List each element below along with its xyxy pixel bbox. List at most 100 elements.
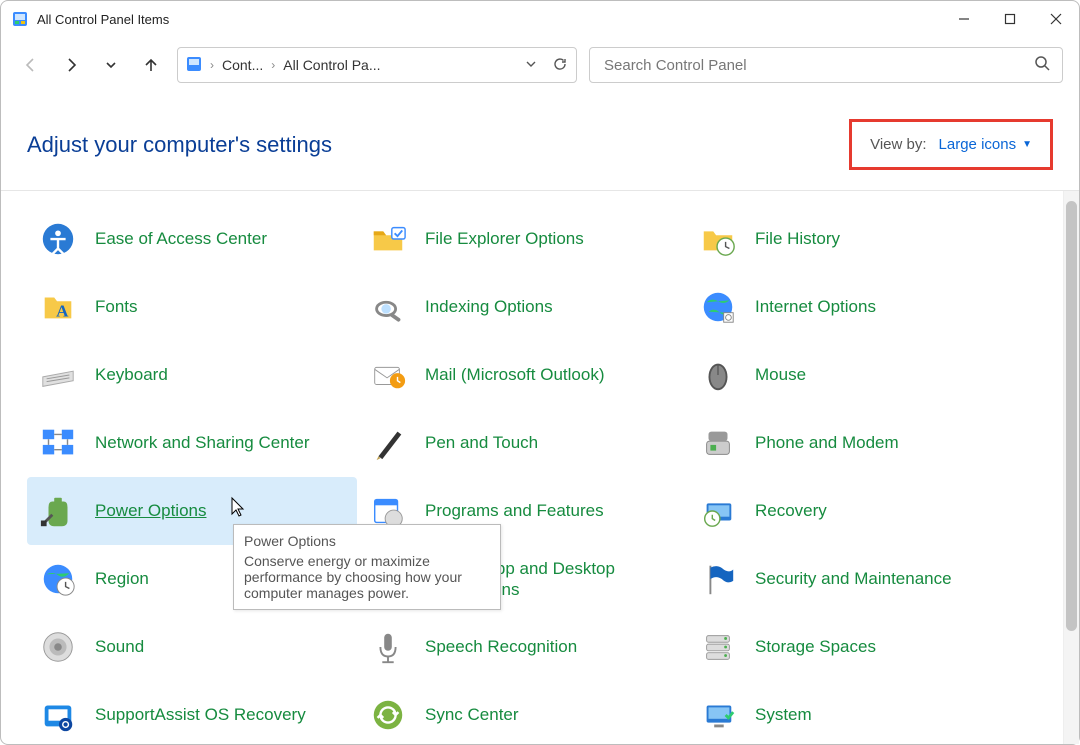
network-icon — [37, 422, 79, 464]
item-label: System — [755, 704, 812, 725]
item-label: Power Options — [95, 500, 207, 521]
item-label: Security and Maintenance — [755, 568, 952, 589]
system-icon — [697, 694, 739, 736]
chevron-right-icon: › — [269, 58, 277, 72]
fonts-icon: A — [37, 286, 79, 328]
folder-clock-icon — [697, 218, 739, 260]
keyboard-icon — [37, 354, 79, 396]
cursor-icon — [227, 496, 247, 525]
flag-icon — [697, 558, 739, 600]
search-box[interactable] — [589, 47, 1063, 83]
item-label: Phone and Modem — [755, 432, 899, 453]
control-panel-item[interactable]: Ease of Access Center — [27, 205, 357, 273]
items-scroll: Ease of Access Center File Explorer Optio… — [1, 191, 1063, 744]
control-panel-item[interactable]: Storage Spaces — [687, 613, 1017, 681]
tooltip: Power Options Conserve energy or maximiz… — [233, 524, 501, 610]
control-panel-item[interactable]: Speech Recognition — [357, 613, 687, 681]
close-button[interactable] — [1033, 3, 1079, 35]
globe-icon — [697, 286, 739, 328]
control-panel-item[interactable]: Mouse — [687, 341, 1017, 409]
control-panel-item[interactable]: Recovery — [687, 477, 1017, 545]
breadcrumb-segment[interactable]: All Control Pa... — [283, 57, 380, 73]
item-label: File History — [755, 228, 840, 249]
item-label: Pen and Touch — [425, 432, 538, 453]
item-label: Internet Options — [755, 296, 876, 317]
control-panel-item[interactable]: Indexing Options — [357, 273, 687, 341]
item-label: Sound — [95, 636, 144, 657]
search-input[interactable] — [602, 56, 1034, 75]
tooltip-title: Power Options — [244, 533, 490, 549]
region-icon — [37, 558, 79, 600]
control-panel-item[interactable]: Sound — [27, 613, 357, 681]
mic-icon — [367, 626, 409, 668]
control-panel-item[interactable]: Pen and Touch — [357, 409, 687, 477]
item-label: Ease of Access Center — [95, 228, 267, 249]
control-panel-item[interactable]: File Explorer Options — [357, 205, 687, 273]
back-button[interactable] — [17, 49, 45, 81]
item-label: Network and Sharing Center — [95, 432, 310, 453]
minimize-button[interactable] — [941, 3, 987, 35]
control-panel-item[interactable]: Phone and Modem — [687, 409, 1017, 477]
control-panel-item[interactable]: Sync Center — [357, 681, 687, 744]
control-panel-item[interactable]: Security and Maintenance — [687, 545, 1017, 613]
speaker-icon — [37, 626, 79, 668]
breadcrumb-segment[interactable]: Cont... — [222, 57, 263, 73]
sync-icon — [367, 694, 409, 736]
chevron-down-icon[interactable] — [524, 57, 538, 74]
item-label: Mail (Microsoft Outlook) — [425, 364, 604, 385]
control-panel-item[interactable]: SupportAssist OS Recovery — [27, 681, 357, 744]
drives-icon — [697, 626, 739, 668]
item-label: File Explorer Options — [425, 228, 584, 249]
recovery-icon — [697, 490, 739, 532]
item-label: Indexing Options — [425, 296, 553, 317]
window-controls — [941, 3, 1079, 35]
item-label: Programs and Features — [425, 500, 604, 521]
battery-icon — [37, 490, 79, 532]
item-label: Recovery — [755, 500, 827, 521]
item-label: Speech Recognition — [425, 636, 577, 657]
scrollbar[interactable] — [1063, 191, 1079, 744]
toolbar: › Cont... › All Control Pa... — [1, 37, 1079, 93]
svg-text:A: A — [56, 302, 69, 321]
item-label: Fonts — [95, 296, 138, 317]
control-panel-item[interactable]: Keyboard — [27, 341, 357, 409]
refresh-button[interactable] — [552, 56, 568, 75]
item-label: Storage Spaces — [755, 636, 876, 657]
content-header: Adjust your computer's settings View by:… — [1, 93, 1079, 190]
chevron-right-icon: › — [208, 58, 216, 72]
window-title: All Control Panel Items — [37, 12, 941, 27]
control-panel-item[interactable]: Mail (Microsoft Outlook) — [357, 341, 687, 409]
content-area: Ease of Access Center File Explorer Optio… — [1, 190, 1079, 744]
item-label: Keyboard — [95, 364, 168, 385]
titlebar: All Control Panel Items — [1, 1, 1079, 37]
page-title: Adjust your computer's settings — [27, 132, 332, 158]
viewby-highlight: View by: Large icons ▼ — [849, 119, 1053, 170]
scrollbar-thumb[interactable] — [1066, 201, 1077, 631]
recent-locations-button[interactable] — [97, 49, 125, 81]
folder-check-icon — [367, 218, 409, 260]
control-panel-item[interactable]: A Fonts — [27, 273, 357, 341]
viewby-dropdown[interactable]: Large icons ▼ — [939, 136, 1032, 153]
viewby-label: View by: — [870, 136, 926, 153]
control-panel-icon — [186, 56, 202, 75]
mouse-icon — [697, 354, 739, 396]
item-label: Sync Center — [425, 704, 519, 725]
mail-icon — [367, 354, 409, 396]
indexing-icon — [367, 286, 409, 328]
search-icon[interactable] — [1034, 55, 1050, 76]
item-label: Region — [95, 568, 149, 589]
item-label: Mouse — [755, 364, 806, 385]
forward-button[interactable] — [57, 49, 85, 81]
supportassist-icon — [37, 694, 79, 736]
items-grid: Ease of Access Center File Explorer Optio… — [27, 205, 1053, 744]
pen-icon — [367, 422, 409, 464]
control-panel-item[interactable]: Internet Options — [687, 273, 1017, 341]
address-bar[interactable]: › Cont... › All Control Pa... — [177, 47, 577, 83]
caret-down-icon: ▼ — [1022, 139, 1032, 150]
maximize-button[interactable] — [987, 3, 1033, 35]
control-panel-item[interactable]: Network and Sharing Center — [27, 409, 357, 477]
control-panel-item[interactable]: System — [687, 681, 1017, 744]
control-panel-item[interactable]: File History — [687, 205, 1017, 273]
up-button[interactable] — [137, 49, 165, 81]
access-icon — [37, 218, 79, 260]
